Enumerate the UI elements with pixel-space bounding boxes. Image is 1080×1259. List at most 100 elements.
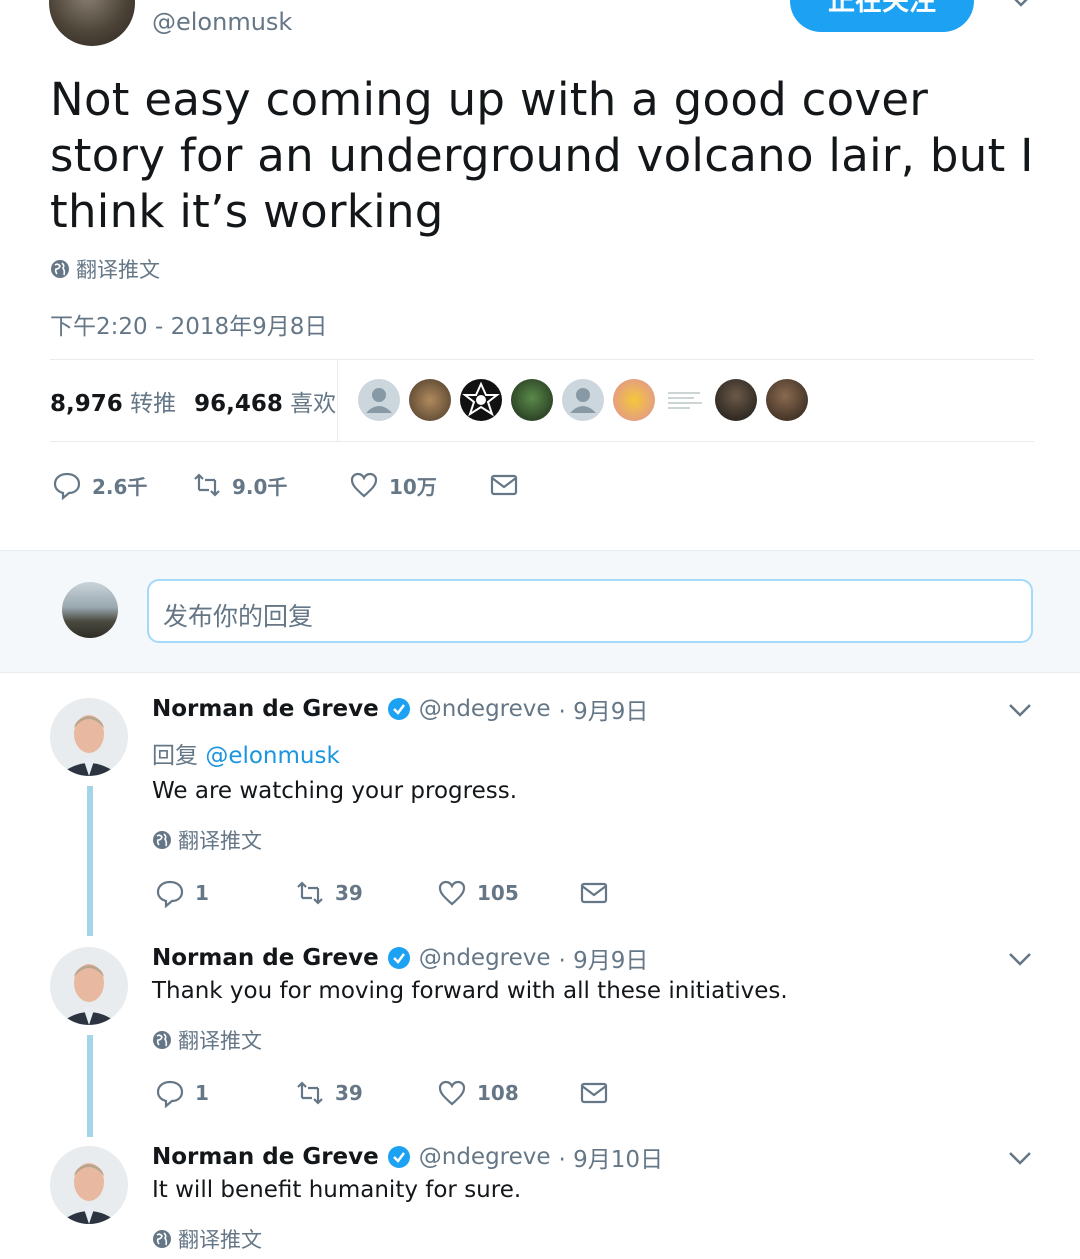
stats-divider [337, 360, 338, 442]
reply-action[interactable]: 1 [155, 1078, 295, 1108]
reply-date[interactable]: · 9月9日 [559, 692, 649, 726]
verified-badge-icon [387, 698, 410, 720]
translate-label[interactable]: 翻译推文 [178, 825, 262, 855]
translate-label[interactable]: 翻译推文 [76, 254, 160, 284]
chevron-down-icon[interactable] [1007, 702, 1033, 720]
reply-date[interactable]: · 9月9日 [559, 941, 649, 975]
reply-avatar[interactable] [50, 1146, 128, 1224]
chevron-down-icon[interactable] [1007, 951, 1033, 969]
verified-badge-icon [387, 947, 410, 969]
chevron-down-icon[interactable] [1006, 0, 1036, 14]
divider [50, 359, 1034, 360]
reply-icon [53, 472, 81, 500]
reply-author-name[interactable]: Norman de Greve [152, 945, 379, 971]
tweet-actions: 2.6千 9.0千 10万 [52, 470, 519, 500]
tweet-text: Not easy coming up with a good cover sto… [50, 73, 1034, 238]
liker-avatar[interactable] [460, 379, 502, 421]
retweet-action[interactable]: 39 [295, 1078, 437, 1108]
reply-header: Norman de Greve @ndegreve · 9月10日 [152, 1140, 663, 1174]
liker-avatar[interactable] [613, 379, 655, 421]
reply-header: Norman de Greve @ndegreve · 9月9日 [152, 692, 648, 726]
like-count: 10万 [389, 474, 437, 499]
retweet-count: 39 [335, 1081, 363, 1105]
heart-icon [438, 1080, 466, 1106]
retweet-action[interactable]: 39 [295, 878, 437, 908]
liker-avatar[interactable] [766, 379, 808, 421]
reply-author-name[interactable]: Norman de Greve [152, 1144, 379, 1170]
reply-text: Thank you for moving forward with all th… [152, 978, 788, 1004]
reply-icon [156, 880, 184, 908]
likes-count: 96,468 [194, 391, 283, 417]
reply-avatar[interactable] [50, 947, 128, 1025]
verified-badge-icon [387, 1146, 410, 1168]
likes-stat[interactable]: 96,468 喜欢 [194, 384, 336, 418]
reply-actions: 1 39 105 [155, 878, 609, 908]
translate-tweet-link[interactable]: 翻译推文 [152, 825, 262, 855]
thread-line [87, 1035, 93, 1137]
likes-label: 喜欢 [290, 391, 337, 417]
envelope-icon [580, 882, 608, 904]
translate-label[interactable]: 翻译推文 [178, 1224, 262, 1254]
liker-avatar[interactable] [562, 379, 604, 421]
retweet-icon [297, 1081, 323, 1105]
retweet-icon [194, 473, 220, 497]
reply-icon [156, 1080, 184, 1108]
retweet-count: 9.0千 [232, 474, 288, 499]
reply-action[interactable]: 2.6千 [52, 470, 192, 500]
like-action[interactable]: 105 [437, 878, 579, 908]
liker-avatar[interactable] [358, 379, 400, 421]
globe-icon [51, 260, 69, 278]
like-count: 105 [477, 881, 519, 905]
like-action[interactable]: 108 [437, 1078, 579, 1108]
liker-avatar[interactable] [409, 379, 451, 421]
reply-author-handle[interactable]: @ndegreve [419, 945, 551, 971]
reply-count: 1 [195, 881, 209, 905]
liker-avatars [358, 379, 808, 421]
direct-message-action[interactable] [579, 1078, 609, 1108]
retweets-count: 8,976 [50, 391, 123, 417]
envelope-icon [580, 1082, 608, 1104]
divider [50, 441, 1034, 442]
translate-label[interactable]: 翻译推文 [178, 1025, 262, 1055]
direct-message-action[interactable] [489, 470, 519, 500]
user-avatar [62, 582, 118, 638]
chevron-down-icon[interactable] [1007, 1150, 1033, 1168]
reply-date[interactable]: · 9月10日 [559, 1140, 664, 1174]
globe-icon [153, 1031, 171, 1049]
like-action[interactable]: 10万 [349, 470, 489, 500]
reply-to-line: 回复 @elonmusk [152, 736, 340, 770]
tweet-stats: 8,976 转推 96,468 喜欢 [50, 384, 336, 418]
retweet-count: 39 [335, 881, 363, 905]
reply-text: We are watching your progress. [152, 778, 518, 804]
reply-author-name[interactable]: Norman de Greve [152, 696, 379, 722]
translate-tweet-link[interactable]: 翻译推文 [152, 1025, 262, 1055]
reply-author-handle[interactable]: @ndegreve [419, 1144, 551, 1170]
reply-actions: 1 39 108 [155, 1078, 609, 1108]
liker-avatar[interactable] [715, 379, 757, 421]
translate-tweet-link[interactable]: 翻译推文 [50, 254, 160, 284]
globe-icon [153, 831, 171, 849]
retweets-label: 转推 [130, 391, 177, 417]
reply-header: Norman de Greve @ndegreve · 9月9日 [152, 941, 648, 975]
liker-avatar[interactable] [511, 379, 553, 421]
retweet-action[interactable]: 9.0千 [192, 470, 349, 500]
reply-author-handle[interactable]: @ndegreve [419, 696, 551, 722]
reply-text: It will benefit humanity for sure. [152, 1177, 522, 1203]
translate-tweet-link[interactable]: 翻译推文 [152, 1224, 262, 1254]
retweet-icon [297, 881, 323, 905]
reply-avatar[interactable] [50, 698, 128, 776]
reply-count: 2.6千 [92, 474, 148, 499]
following-button[interactable]: 正在关注 [790, 0, 974, 32]
reply-to-prefix: 回复 [152, 743, 198, 769]
direct-message-action[interactable] [579, 878, 609, 908]
retweets-stat[interactable]: 8,976 转推 [50, 384, 176, 418]
author-avatar[interactable] [49, 0, 135, 46]
reply-count: 1 [195, 1081, 209, 1105]
reply-action[interactable]: 1 [155, 878, 295, 908]
tweet-timestamp[interactable]: 下午2:20 - 2018年9月8日 [50, 307, 327, 341]
liker-avatar[interactable] [664, 379, 706, 421]
reply-to-mention[interactable]: @elonmusk [205, 743, 339, 769]
author-handle[interactable]: @elonmusk [152, 8, 292, 36]
globe-icon [153, 1230, 171, 1248]
reply-input[interactable]: 发布你的回复 [147, 579, 1033, 643]
